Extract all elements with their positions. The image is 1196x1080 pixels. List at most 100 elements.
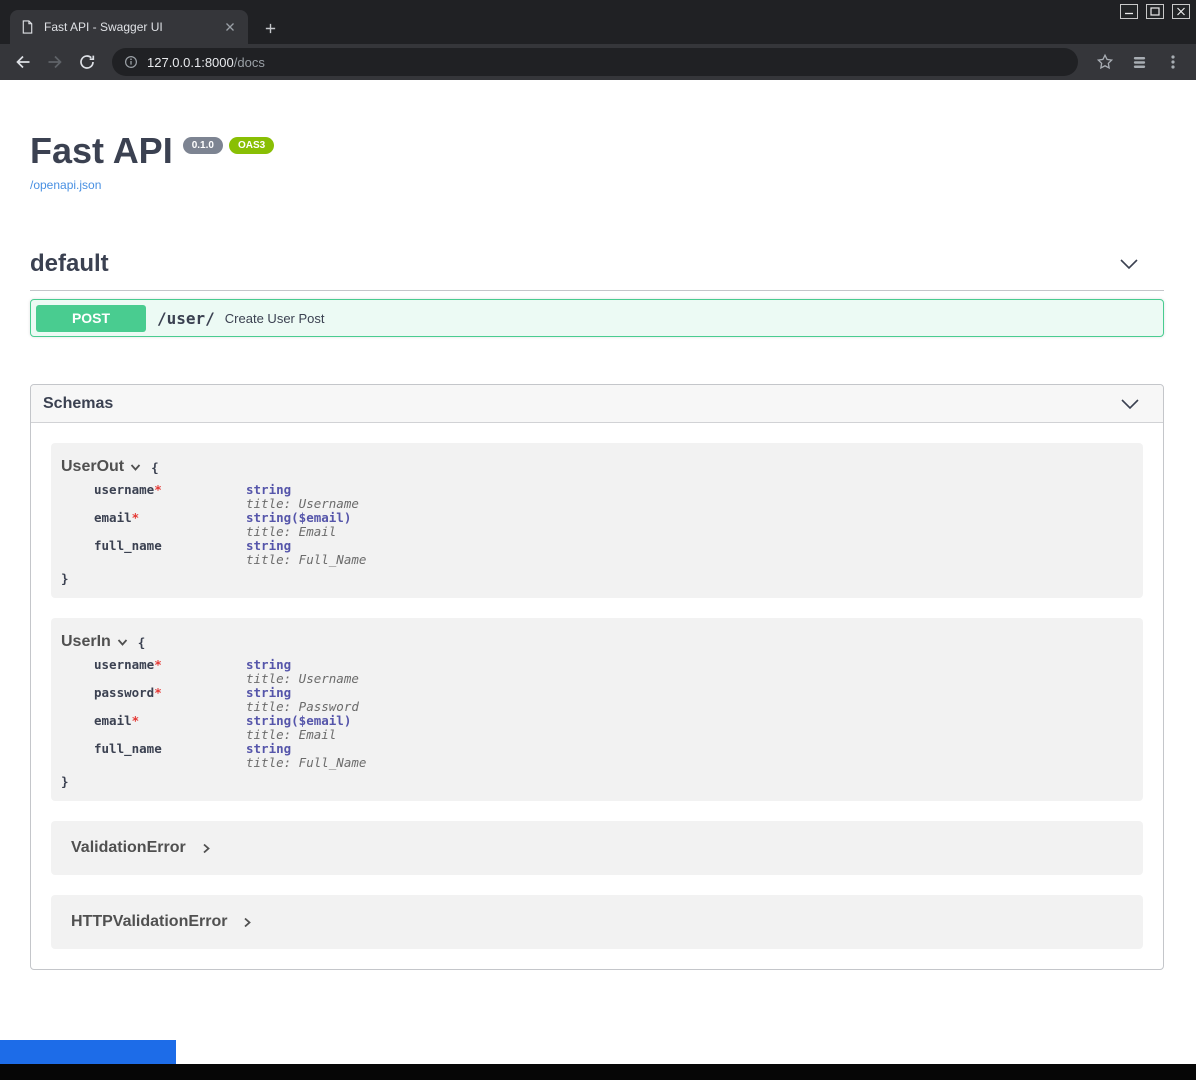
schemas-title: Schemas [43,395,113,413]
tag-name: default [30,250,109,278]
chevron-down-icon [1119,393,1141,415]
property-name-text: email [94,713,132,728]
api-info-section: Fast API 0.1.0 OAS3 /openapi.json [30,80,1164,194]
open-brace: { [151,460,159,475]
tab-close-button[interactable] [222,19,238,35]
tag-section-header[interactable]: default [30,250,1164,291]
menu-button[interactable] [1158,47,1188,77]
required-star: * [154,657,162,672]
property-title: title: Username [246,672,359,686]
minimize-button[interactable] [1120,4,1138,19]
openapi-spec-link[interactable]: /openapi.json [30,178,101,192]
property-definition: string title: Full_Name [246,742,366,770]
property-name-text: email [94,510,132,525]
model-httpvalidationerror[interactable]: HTTPValidationError [51,895,1143,949]
property-name-text: full_name [94,741,162,756]
plus-icon [264,22,277,35]
version-badge: 0.1.0 [183,137,223,154]
endpoint-post-user[interactable]: POST /user/ Create User Post [30,299,1164,337]
property-name: full_name [61,539,246,567]
schemas-section: Schemas UserOut [30,384,1164,970]
document-icon [20,19,35,35]
chevron-right-icon [241,916,254,929]
maximize-button[interactable] [1146,4,1164,19]
open-brace: { [138,635,146,650]
model-toggle-userout[interactable]: UserOut [61,458,142,476]
bookmark-button[interactable] [1090,47,1120,77]
close-brace: } [61,774,1133,789]
three-dots-icon [1164,53,1182,71]
bottom-bar [0,1064,1196,1080]
address-bar[interactable]: 127.0.0.1:8000/docs [112,48,1078,76]
property-row: email* string($email) title: Email [61,714,1133,742]
window-controls [1120,4,1190,19]
back-button[interactable] [8,47,38,77]
property-row: username* string title: Username [61,483,1133,511]
required-star: * [132,713,140,728]
property-name: username* [61,658,246,686]
property-row: full_name string title: Full_Name [61,539,1133,567]
model-header: UserOut { [61,457,1133,477]
property-list: username* string title: Username passwor… [61,658,1133,770]
model-header: UserIn { [61,632,1133,652]
property-type: string [246,483,359,497]
browser-tab[interactable]: Fast API - Swagger UI [10,10,248,44]
model-name: UserOut [61,458,124,476]
method-badge: POST [36,305,146,332]
model-userout: UserOut { username* string [51,443,1143,598]
property-definition: string title: Username [246,483,359,511]
property-name-text: username [94,657,154,672]
model-name: ValidationError [71,839,186,857]
property-row: email* string($email) title: Email [61,511,1133,539]
property-definition: string title: Username [246,658,359,686]
refresh-icon [78,53,96,71]
property-title: title: Email [246,525,351,539]
reload-button[interactable] [72,47,102,77]
schemas-header[interactable]: Schemas [31,385,1163,423]
property-type: string [246,539,366,553]
required-star: * [154,685,162,700]
schemas-body: UserOut { username* string [31,423,1163,969]
property-name: full_name [61,742,246,770]
close-icon [1176,7,1186,16]
stacked-bars-icon [1131,54,1148,71]
property-name-text: password [94,685,154,700]
property-name-text: username [94,482,154,497]
star-outline-icon [1096,53,1114,71]
chevron-down-icon [116,636,129,649]
extension-button[interactable] [1124,47,1154,77]
model-validationerror[interactable]: ValidationError [51,821,1143,875]
browser-toolbar: 127.0.0.1:8000/docs [0,44,1196,80]
property-definition: string title: Full_Name [246,539,366,567]
new-tab-button[interactable] [258,16,282,40]
oas3-badge: OAS3 [229,137,274,154]
api-title-row: Fast API 0.1.0 OAS3 [30,132,1164,170]
property-type: string($email) [246,714,351,728]
model-userin: UserIn { username* string [51,618,1143,801]
minimize-icon [1124,7,1134,16]
property-list: username* string title: Username email* … [61,483,1133,567]
close-brace: } [61,571,1133,586]
property-row: password* string title: Password [61,686,1133,714]
property-title: title: Password [246,700,359,714]
page-info-button[interactable] [124,55,138,69]
chevron-down-icon [1118,253,1140,275]
property-title: title: Email [246,728,351,742]
property-definition: string($email) title: Email [246,714,351,742]
required-star: * [154,482,162,497]
forward-button[interactable] [40,47,70,77]
chevron-right-icon [200,842,213,855]
close-button[interactable] [1172,4,1190,19]
info-circle-icon [124,55,138,69]
property-name: username* [61,483,246,511]
page-title: Fast API [30,132,173,170]
url-host: 127.0.0.1:8000 [147,55,234,70]
page-content: Fast API 0.1.0 OAS3 /openapi.json defaul… [0,80,1196,1040]
arrow-right-icon [46,53,64,71]
property-title: title: Full_Name [246,756,366,770]
property-name-text: full_name [94,538,162,553]
model-toggle-userin[interactable]: UserIn [61,633,129,651]
property-title: title: Full_Name [246,553,366,567]
status-bubble [0,1040,176,1064]
property-type: string($email) [246,511,351,525]
